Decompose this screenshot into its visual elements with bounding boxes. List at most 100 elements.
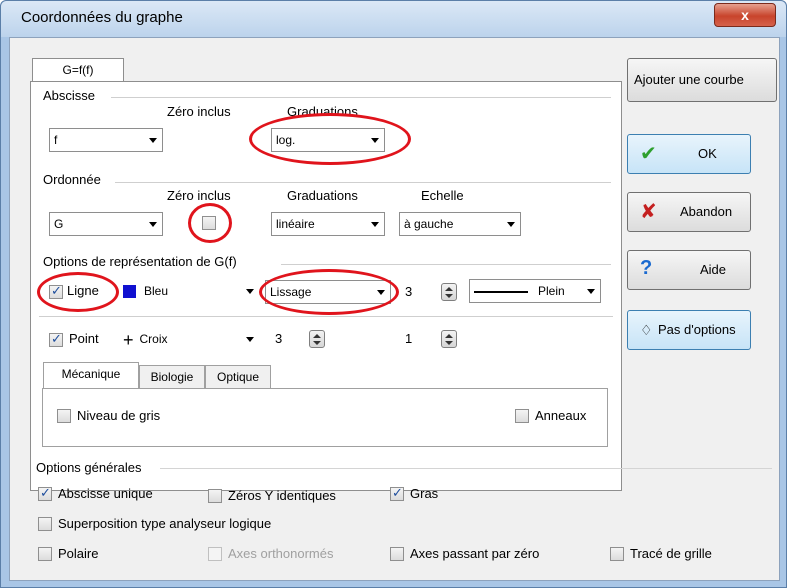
dialog-client-area: G=f(f) Abscisse Zéro inclus Graduations …: [9, 37, 780, 581]
abscisse-zero-label: Zéro inclus: [167, 104, 231, 119]
subtab-optique[interactable]: Optique: [205, 365, 271, 389]
ok-label: OK: [698, 146, 717, 161]
gras-label: Gras: [410, 486, 439, 501]
abscisse-group-label: Abscisse: [43, 88, 96, 103]
chevron-down-icon: [371, 138, 379, 143]
anneaux-label: Anneaux: [535, 408, 587, 423]
color-select[interactable]: Bleu: [119, 280, 259, 304]
aide-button[interactable]: ? Aide: [627, 250, 751, 290]
representation-group-label: Options de représentation de G(f): [43, 254, 237, 269]
trace-grille-checkbox[interactable]: [610, 547, 624, 561]
ordonnee-zero-checkbox[interactable]: [202, 216, 216, 230]
abscisse-unique-label: Abscisse unique: [58, 486, 153, 501]
ordonnee-separator: [115, 182, 611, 183]
axes-zero-checkbox[interactable]: [390, 547, 404, 561]
point-label: Point: [69, 331, 99, 346]
chevron-down-icon: [587, 289, 595, 294]
abandon-button[interactable]: ✘ Abandon: [627, 192, 751, 232]
ok-button[interactable]: ✔ OK: [627, 134, 751, 174]
axes-zero-label: Axes passant par zéro: [410, 546, 540, 561]
line-style-preview: [474, 290, 528, 293]
help-icon: ?: [640, 257, 653, 279]
abscisse-grad-label: Graduations: [287, 104, 358, 119]
title-bar[interactable]: Coordonnées du graphe x: [1, 1, 786, 37]
ordonnee-echelle-value: à gauche: [404, 217, 454, 231]
ordonnee-zero-label: Zéro inclus: [167, 188, 231, 203]
row-separator: [39, 316, 613, 317]
cross-icon: +: [123, 329, 134, 350]
niveau-gris-checkbox[interactable]: [57, 409, 71, 423]
point-type-value: Croix: [139, 332, 168, 346]
chevron-down-icon: [371, 222, 379, 227]
point-value-spinner[interactable]: [441, 330, 457, 348]
chevron-down-icon: [377, 290, 385, 295]
aide-label: Aide: [700, 262, 727, 277]
abscisse-unique-checkbox[interactable]: [38, 485, 52, 501]
point-size-spinner[interactable]: [309, 330, 325, 348]
abscisse-variable-select[interactable]: f: [49, 128, 163, 152]
ajouter-courbe-button[interactable]: Ajouter une courbe: [627, 58, 777, 102]
trace-grille-label: Tracé de grille: [630, 546, 712, 561]
representation-separator: [281, 264, 611, 265]
abscisse-variable-value: f: [54, 133, 58, 147]
ordonnee-echelle-label: Echelle: [421, 188, 464, 203]
lissage-select[interactable]: Lissage: [265, 280, 391, 304]
lissage-value: Lissage: [270, 285, 312, 299]
gras-checkbox[interactable]: [390, 485, 404, 501]
close-button[interactable]: x: [714, 3, 776, 27]
color-value: Bleu: [144, 284, 169, 298]
niveau-gris-label: Niveau de gris: [77, 408, 161, 423]
ordonnee-group-label: Ordonnée: [43, 172, 101, 187]
subtab-panel: Niveau de gris Anneaux: [42, 388, 608, 447]
color-swatch: [123, 285, 136, 299]
chevron-down-icon: [149, 222, 157, 227]
general-separator: [160, 468, 772, 469]
ajouter-courbe-label: Ajouter une courbe: [634, 72, 744, 87]
ligne-label: Ligne: [67, 283, 99, 298]
chevron-down-icon: [246, 289, 254, 294]
ordonnee-echelle-select[interactable]: à gauche: [399, 212, 521, 236]
ordonnee-variable-value: G: [54, 217, 64, 231]
zeros-y-label: Zéros Y identiques: [228, 488, 336, 503]
pas-options-button[interactable]: ♢ Pas d'options: [627, 310, 751, 350]
subtab-mecanique[interactable]: Mécanique: [43, 362, 139, 389]
line-style-value: Plein: [538, 284, 565, 298]
abscisse-separator: [111, 97, 611, 98]
abscisse-graduations-select[interactable]: log.: [271, 128, 385, 152]
abscisse-graduations-value: log.: [276, 133, 296, 147]
pas-options-label: Pas d'options: [658, 322, 736, 337]
cancel-x-icon: ✘: [640, 201, 657, 223]
anneaux-checkbox[interactable]: [515, 409, 529, 423]
close-icon: x: [741, 7, 749, 23]
dialog-window: Coordonnées du graphe x G=f(f) Abscisse …: [0, 0, 787, 588]
line-width-value[interactable]: 3: [405, 284, 412, 299]
axes-ortho-checkbox[interactable]: [208, 547, 222, 561]
line-width-spinner[interactable]: [441, 283, 457, 301]
general-group-label: Options générales: [36, 460, 142, 475]
ordonnee-variable-select[interactable]: G: [49, 212, 163, 236]
abandon-label: Abandon: [680, 204, 733, 219]
polaire-checkbox[interactable]: [38, 547, 52, 561]
ligne-checkbox[interactable]: [49, 283, 63, 299]
point-type-select[interactable]: + Croix: [119, 328, 259, 352]
lightbulb-icon: ♢: [640, 322, 653, 338]
point-checkbox[interactable]: [49, 331, 63, 347]
ordonnee-graduations-value: linéaire: [276, 217, 315, 231]
point-size-value[interactable]: 3: [275, 331, 282, 346]
window-title: Coordonnées du graphe: [21, 9, 183, 26]
zeros-y-checkbox[interactable]: [208, 489, 222, 503]
ordonnee-grad-label: Graduations: [287, 188, 358, 203]
axes-ortho-label: Axes orthonormés: [228, 546, 334, 561]
point-value[interactable]: 1: [405, 331, 412, 346]
superposition-label: Superposition type analyseur logique: [58, 516, 272, 531]
chevron-down-icon: [246, 337, 254, 342]
tab-g-f[interactable]: G=f(f): [32, 58, 124, 82]
chevron-down-icon: [149, 138, 157, 143]
subtab-biologie[interactable]: Biologie: [139, 365, 205, 389]
superposition-checkbox[interactable]: [38, 517, 52, 531]
chevron-down-icon: [507, 222, 515, 227]
polaire-label: Polaire: [58, 546, 99, 561]
ordonnee-graduations-select[interactable]: linéaire: [271, 212, 385, 236]
check-icon: ✔: [640, 143, 657, 165]
line-style-select[interactable]: Plein: [469, 279, 601, 303]
